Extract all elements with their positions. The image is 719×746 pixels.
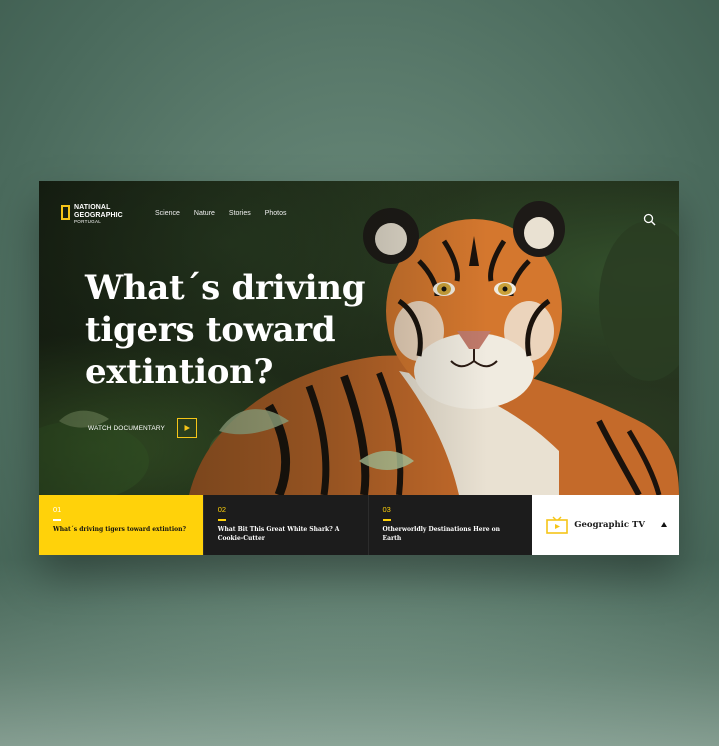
tv-icon [546, 516, 569, 534]
watch-documentary-label[interactable]: WATCH DOCUMENTARY [88, 425, 165, 432]
logo-line-2: GEOGRAPHIC [74, 211, 123, 219]
national-geographic-logo[interactable]: NATIONAL GEOGRAPHIC PORTUGAL [61, 204, 123, 225]
main-nav: Science Nature Stories Photos [155, 210, 287, 217]
story-divider [382, 519, 391, 521]
story-card-2[interactable]: 02 What Bit This Great White Shark? A Co… [202, 495, 368, 555]
headline-line-1: What´s driving [85, 268, 366, 308]
caret-up-icon[interactable] [661, 522, 667, 527]
website-preview: NATIONAL GEOGRAPHIC PORTUGAL Science Nat… [39, 181, 679, 555]
story-title: Otherworldly Destinations Here on Earth [382, 525, 501, 542]
search-icon[interactable] [643, 213, 656, 226]
hero-headline: What´s driving tigers toward extintion? [85, 267, 375, 393]
story-card-1[interactable]: 01 What´s driving tigers toward extintio… [39, 495, 203, 555]
logo-line-3: PORTUGAL [74, 219, 102, 224]
play-icon [184, 425, 190, 431]
nav-item-nature[interactable]: Nature [194, 210, 215, 217]
nav-item-photos[interactable]: Photos [265, 210, 287, 217]
story-title: What Bit This Great White Shark? A Cooki… [217, 525, 340, 542]
geographic-tv-label: Geographic TV [574, 520, 645, 530]
background-glow [0, 560, 719, 746]
headline-line-3: extintion? [85, 352, 274, 392]
play-button[interactable] [176, 418, 197, 438]
story-divider [53, 519, 61, 521]
story-card-3[interactable]: 03 Otherworldly Destinations Here on Ear… [367, 495, 533, 555]
nav-item-stories[interactable]: Stories [229, 210, 251, 217]
nav-item-science[interactable]: Science [155, 210, 180, 217]
watch-documentary[interactable]: WATCH DOCUMENTARY [88, 418, 197, 438]
story-title: What´s driving tigers toward extintion? [53, 525, 186, 533]
logo-line-1: NATIONAL [74, 204, 111, 211]
story-number: 02 [217, 505, 227, 514]
story-number: 01 [53, 505, 62, 514]
stories-bar: 01 What´s driving tigers toward extintio… [39, 495, 679, 555]
logo-frame-icon [61, 205, 70, 220]
hero-section: NATIONAL GEOGRAPHIC PORTUGAL Science Nat… [39, 181, 679, 495]
headline-line-2: tigers toward [85, 310, 336, 350]
story-number: 03 [382, 505, 391, 514]
geographic-tv-button[interactable]: Geographic TV [532, 495, 679, 555]
story-divider [217, 519, 226, 521]
